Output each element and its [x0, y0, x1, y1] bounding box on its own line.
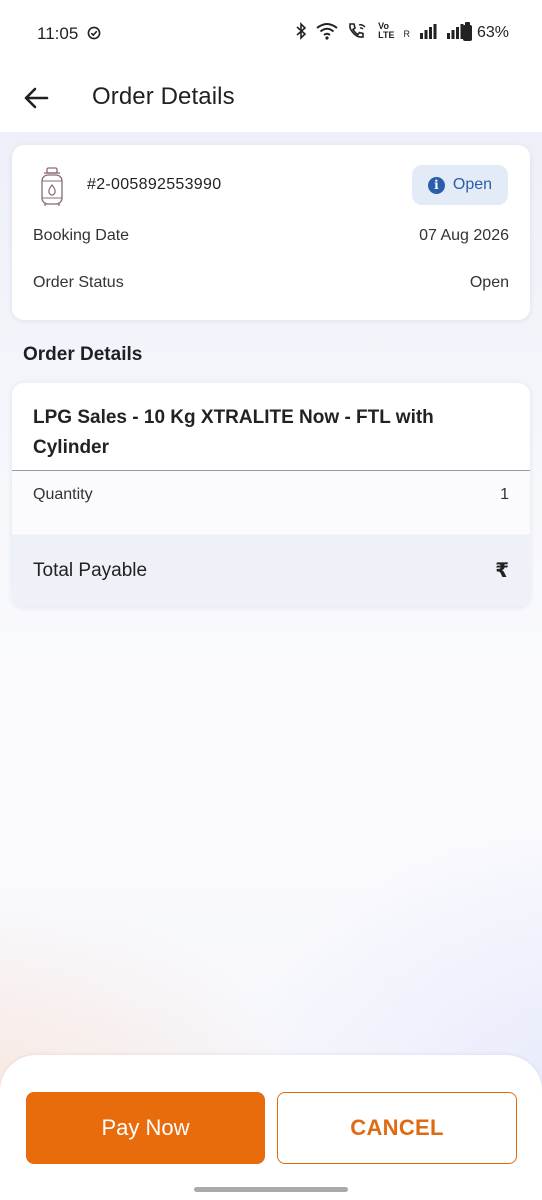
booking-date-label: Booking Date [33, 227, 130, 244]
bluetooth-icon [296, 22, 307, 40]
order-summary-card: #2-005892553990 i Open Booking Date 07 A… [12, 145, 530, 320]
wifi-icon [316, 23, 338, 40]
status-bar: 11:05 Vo LTE R 63% [0, 0, 542, 66]
app-header: Order Details [0, 66, 542, 132]
total-payable-value: ₹ [495, 560, 509, 582]
order-status-value: Open [469, 274, 509, 291]
cancel-button[interactable]: CANCEL [277, 1092, 517, 1164]
info-icon: i [427, 176, 445, 194]
total-payable-row: Total Payable ₹ [12, 534, 530, 607]
check-circle-icon [87, 26, 101, 40]
signal-icon [420, 24, 437, 39]
section-title-order-details: Order Details [23, 344, 143, 365]
back-button[interactable] [18, 80, 54, 116]
home-indicator[interactable] [194, 1187, 348, 1192]
order-item-card: LPG Sales - 10 Kg XTRALITE Now - FTL wit… [12, 383, 530, 607]
wifi-call-icon [349, 23, 366, 38]
order-status-label: Order Status [33, 274, 124, 291]
battery-percent: 63% [476, 24, 509, 41]
pay-now-button[interactable]: Pay Now [26, 1092, 265, 1164]
bottom-action-bar: Pay Now CANCEL [0, 1055, 542, 1200]
booking-date-value: 07 Aug 2026 [419, 227, 509, 244]
quantity-label: Quantity [33, 486, 93, 503]
status-chip: i Open [412, 165, 508, 205]
gas-cylinder-icon [41, 167, 63, 206]
roaming-label: R [403, 29, 411, 39]
total-payable-label: Total Payable [33, 560, 148, 581]
status-time: 11:05 [37, 24, 79, 43]
status-icons: Vo LTE R [295, 22, 464, 40]
volte-icon: Vo LTE [378, 22, 394, 40]
signal-icon [447, 24, 464, 39]
status-chip-label: Open [452, 176, 493, 193]
arrow-left-icon [24, 87, 49, 109]
quantity-row: Quantity 1 [12, 471, 530, 533]
battery-icon [463, 22, 472, 41]
page-title: Order Details [92, 83, 235, 110]
volte-bottom-label: LTE [378, 30, 395, 40]
product-name: LPG Sales - 10 Kg XTRALITE Now - FTL wit… [33, 407, 434, 458]
quantity-value: 1 [500, 486, 509, 503]
order-number: #2-005892553990 [87, 176, 222, 193]
